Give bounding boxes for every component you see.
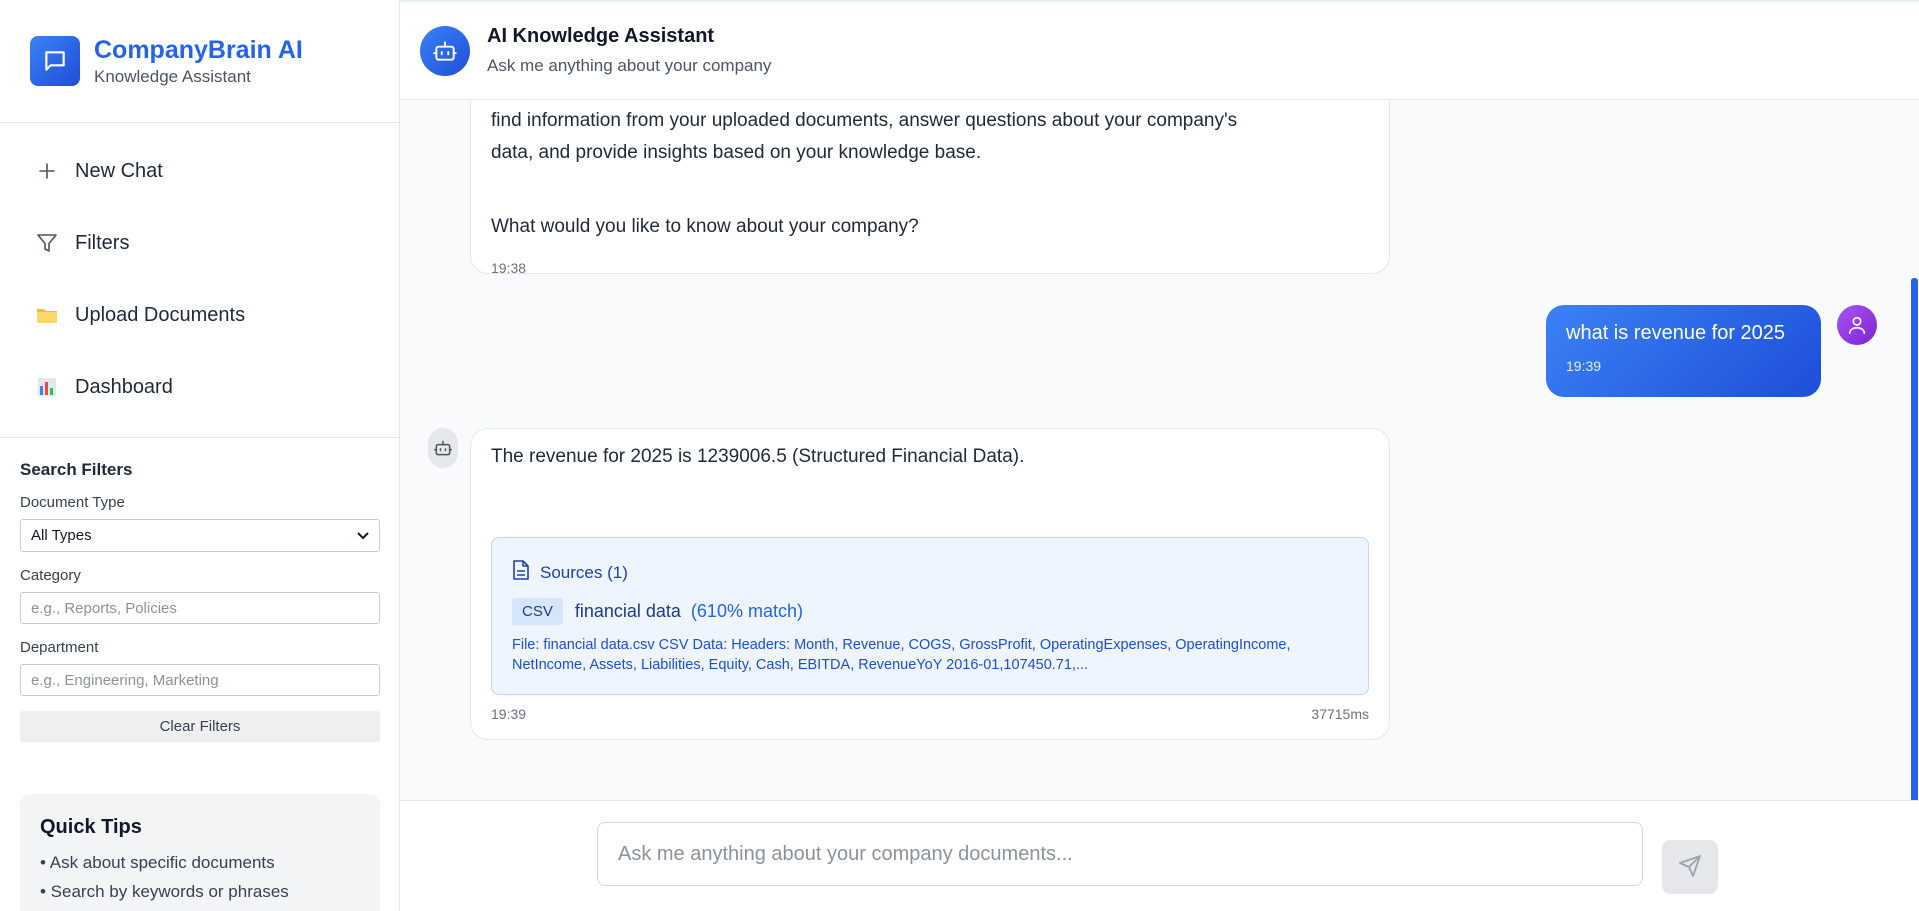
sources-panel: Sources (1) CSV financial data (610% mat… xyxy=(491,537,1369,695)
chat-bubble-icon xyxy=(30,36,80,86)
user-icon xyxy=(1837,305,1877,345)
sidebar-item-label: Dashboard xyxy=(75,375,173,398)
sidebar-item-label: New Chat xyxy=(75,159,163,182)
source-preview: File: financial data.csv CSV Data: Heade… xyxy=(512,637,1291,673)
clear-filters-button[interactable]: Clear Filters xyxy=(20,711,380,742)
brand: CompanyBrain AI Knowledge Assistant xyxy=(0,0,399,123)
source-name: financial data xyxy=(574,601,681,621)
message-timestamp: 19:39 xyxy=(1566,358,1602,374)
assistant-message: The revenue for 2025 is 1239006.5 (Struc… xyxy=(470,428,1390,740)
robot-icon xyxy=(420,25,470,76)
sidebar-item-upload-documents[interactable]: Upload Documents xyxy=(0,279,399,351)
quick-tips-title: Quick Tips xyxy=(40,816,142,838)
message-list[interactable]: find information from your uploaded docu… xyxy=(400,100,1919,800)
message-text: The revenue for 2025 is 1239006.5 (Struc… xyxy=(491,446,1025,467)
document-type-label: Document Type xyxy=(20,494,125,511)
sidebar-item-dashboard[interactable]: Dashboard xyxy=(0,351,399,423)
sidebar-item-filters[interactable]: Filters xyxy=(0,207,399,279)
sidebar-item-new-chat[interactable]: New Chat xyxy=(0,135,399,207)
tip-item: • Ask about specific documents xyxy=(40,853,275,872)
response-latency: 37715ms xyxy=(1311,706,1369,722)
source-item[interactable]: CSV financial data (610% match) xyxy=(512,598,803,625)
sources-title: Sources (1) xyxy=(540,562,628,582)
quick-tips: Quick Tips • Ask about specific document… xyxy=(20,794,380,911)
send-icon xyxy=(1678,854,1702,881)
file-type-badge: CSV xyxy=(512,598,563,625)
category-label: Category xyxy=(20,567,81,584)
user-message: what is revenue for 2025 19:39 xyxy=(1546,305,1821,397)
sidebar: CompanyBrain AI Knowledge Assistant New … xyxy=(0,0,400,911)
scrollbar[interactable] xyxy=(1906,100,1919,800)
message-text: what is revenue for 2025 xyxy=(1566,322,1786,344)
chat-title: AI Knowledge Assistant xyxy=(487,25,715,47)
plus-icon xyxy=(34,158,60,184)
sidebar-nav: New Chat Filters Upload Documents Dashbo… xyxy=(0,123,399,438)
document-icon xyxy=(512,560,530,585)
message-text: data, and provide insights based on your… xyxy=(491,142,982,163)
document-type-value: All Types xyxy=(31,527,92,544)
tip-item: • Search by keywords or phrases xyxy=(40,882,289,901)
chat-subtitle: Ask me anything about your company xyxy=(487,56,772,75)
source-match-score: (610% match) xyxy=(690,601,803,621)
message-timestamp: 19:38 xyxy=(491,260,527,276)
chat-main: AI Knowledge Assistant Ask me anything a… xyxy=(400,0,1919,911)
filter-icon xyxy=(34,230,60,256)
assistant-message: find information from your uploaded docu… xyxy=(470,100,1390,276)
message-timestamp: 19:39 xyxy=(491,706,527,722)
message-text: find information from your uploaded docu… xyxy=(491,110,1238,131)
filters-title: Search Filters xyxy=(20,460,133,479)
brand-title: CompanyBrain AI xyxy=(94,36,303,64)
send-button[interactable] xyxy=(1662,840,1718,894)
department-input[interactable] xyxy=(20,664,380,696)
sidebar-item-label: Upload Documents xyxy=(75,303,246,326)
category-input[interactable] xyxy=(20,592,380,624)
sidebar-item-label: Filters xyxy=(75,231,130,254)
brand-subtitle: Knowledge Assistant xyxy=(94,67,251,86)
chat-header: AI Knowledge Assistant Ask me anything a… xyxy=(400,0,1919,100)
folder-icon xyxy=(34,302,60,328)
document-type-select[interactable]: All Types xyxy=(20,519,380,552)
chat-input[interactable] xyxy=(597,822,1643,886)
robot-icon xyxy=(428,428,458,468)
chat-composer xyxy=(400,800,1919,911)
message-text: What would you like to know about your c… xyxy=(491,216,919,237)
department-label: Department xyxy=(20,639,99,656)
bar-chart-icon xyxy=(34,374,60,400)
scrollbar-thumb[interactable] xyxy=(1911,278,1918,800)
chevron-down-icon xyxy=(357,527,369,544)
search-filters: Search Filters Document Type All Types C… xyxy=(0,438,399,742)
